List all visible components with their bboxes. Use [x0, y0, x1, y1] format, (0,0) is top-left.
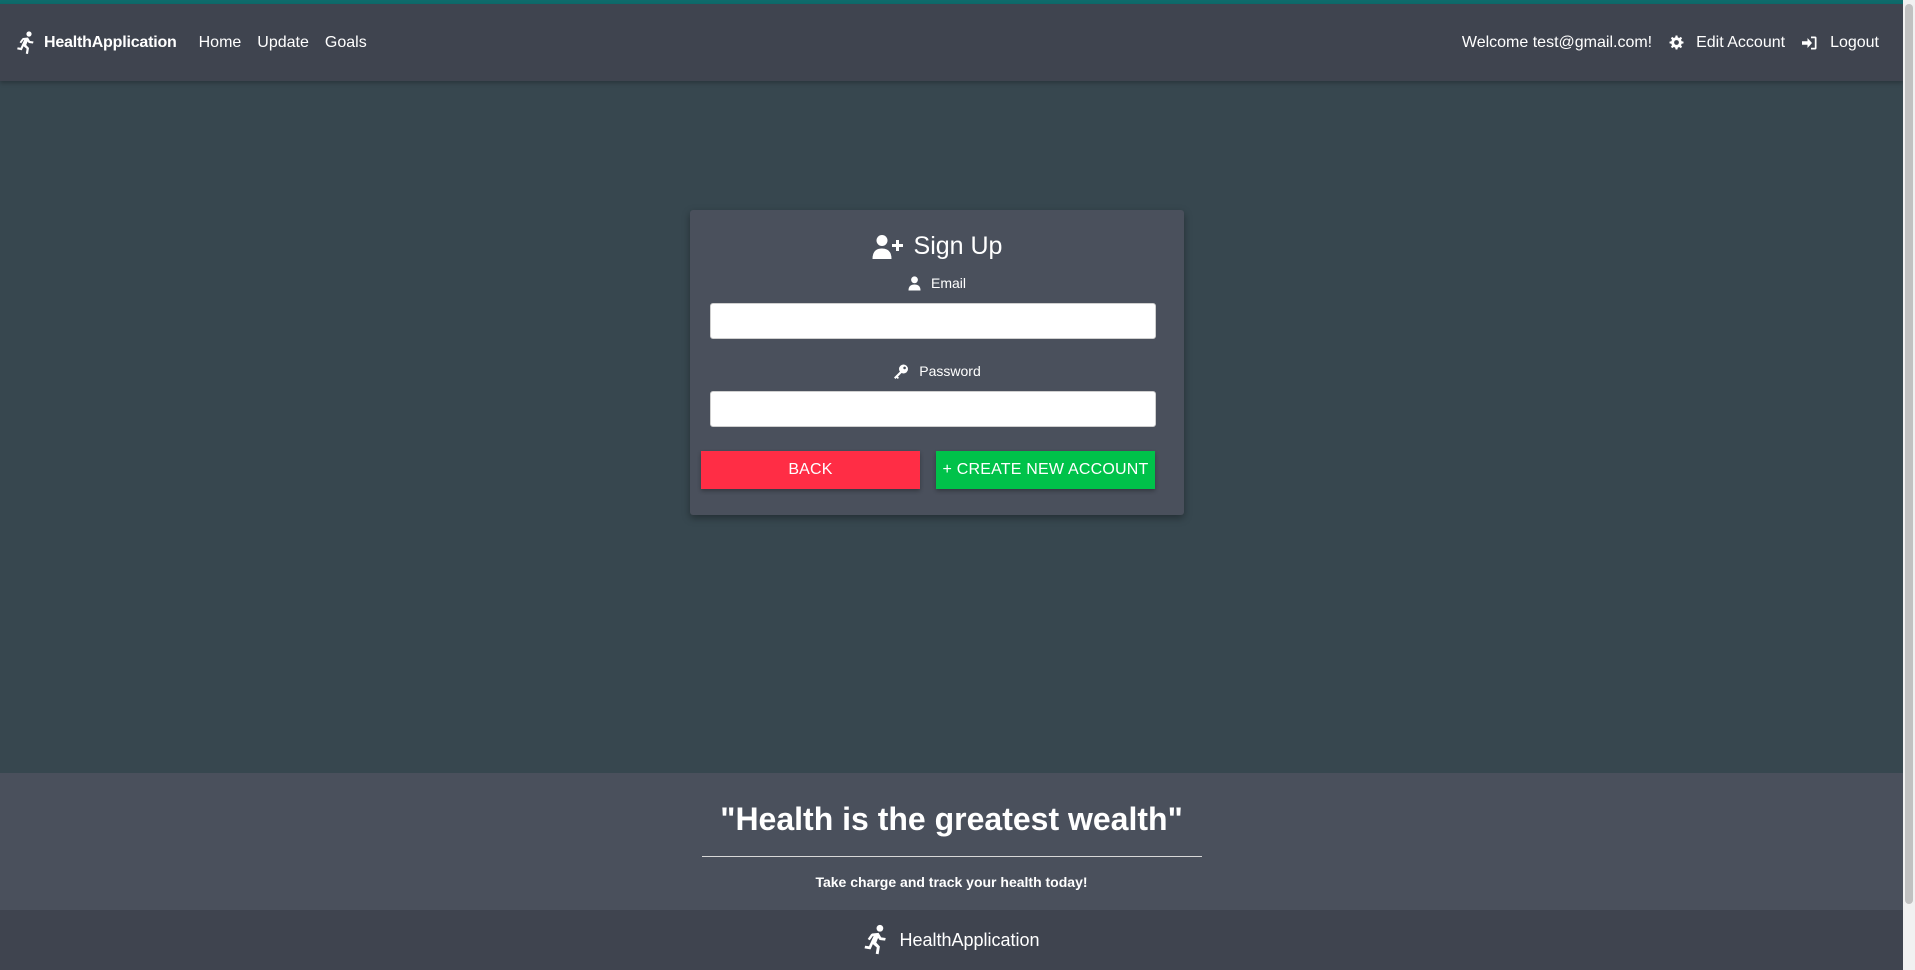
logout-link[interactable]: Logout — [1801, 34, 1879, 52]
brand-link[interactable]: HealthApplication — [16, 30, 177, 55]
nav-update[interactable]: Update — [257, 34, 309, 52]
quote-section: "Health is the greatest wealth" Take cha… — [0, 773, 1903, 910]
email-input[interactable] — [710, 303, 1156, 339]
welcome-text: Welcome test@gmail.com! — [1461, 33, 1653, 51]
nav-right: Welcome test@gmail.com! Edit Account Log… — [1446, 34, 1879, 52]
scrollbar-thumb[interactable] — [1905, 4, 1913, 904]
quote-text: "Health is the greatest wealth" — [720, 801, 1183, 837]
nav-home[interactable]: Home — [199, 34, 242, 52]
back-button[interactable]: BACK — [701, 451, 920, 489]
signup-title: Sign Up — [690, 232, 1184, 261]
quote-divider — [702, 856, 1202, 857]
tagline-text: Take charge and track your health today! — [815, 874, 1088, 890]
signup-title-text: Sign Up — [913, 232, 1003, 260]
password-label: Password — [690, 363, 1184, 379]
navbar: HealthApplication Home Update Goals Welc… — [0, 4, 1903, 81]
footer-brand: HealthApplication — [899, 929, 1040, 950]
running-person-icon — [865, 924, 887, 955]
gear-icon — [1669, 35, 1684, 49]
password-label-text: Password — [919, 363, 981, 379]
password-input[interactable] — [710, 391, 1156, 427]
email-label-text: Email — [930, 275, 966, 291]
nav-links: Home Update Goals — [199, 34, 383, 52]
scrollbar[interactable] — [1903, 0, 1915, 970]
footer: HealthApplication — [0, 910, 1903, 970]
brand-name: HealthApplication — [44, 33, 177, 51]
sign-in-arrow-icon — [1802, 36, 1817, 49]
create-account-button[interactable]: + CREATE NEW ACCOUNT — [936, 451, 1155, 489]
email-label: Email — [690, 275, 1184, 291]
edit-account-label: Edit Account — [1696, 33, 1786, 51]
user-plus-icon — [872, 234, 903, 259]
edit-account-link[interactable]: Edit Account — [1668, 34, 1785, 52]
running-person-icon — [17, 30, 34, 54]
logout-label: Logout — [1830, 33, 1879, 51]
signup-card: Sign Up Email Password BACK + CREATE NEW… — [690, 210, 1184, 515]
nav-goals[interactable]: Goals — [325, 34, 367, 52]
user-icon — [908, 275, 921, 290]
key-icon — [894, 364, 909, 379]
